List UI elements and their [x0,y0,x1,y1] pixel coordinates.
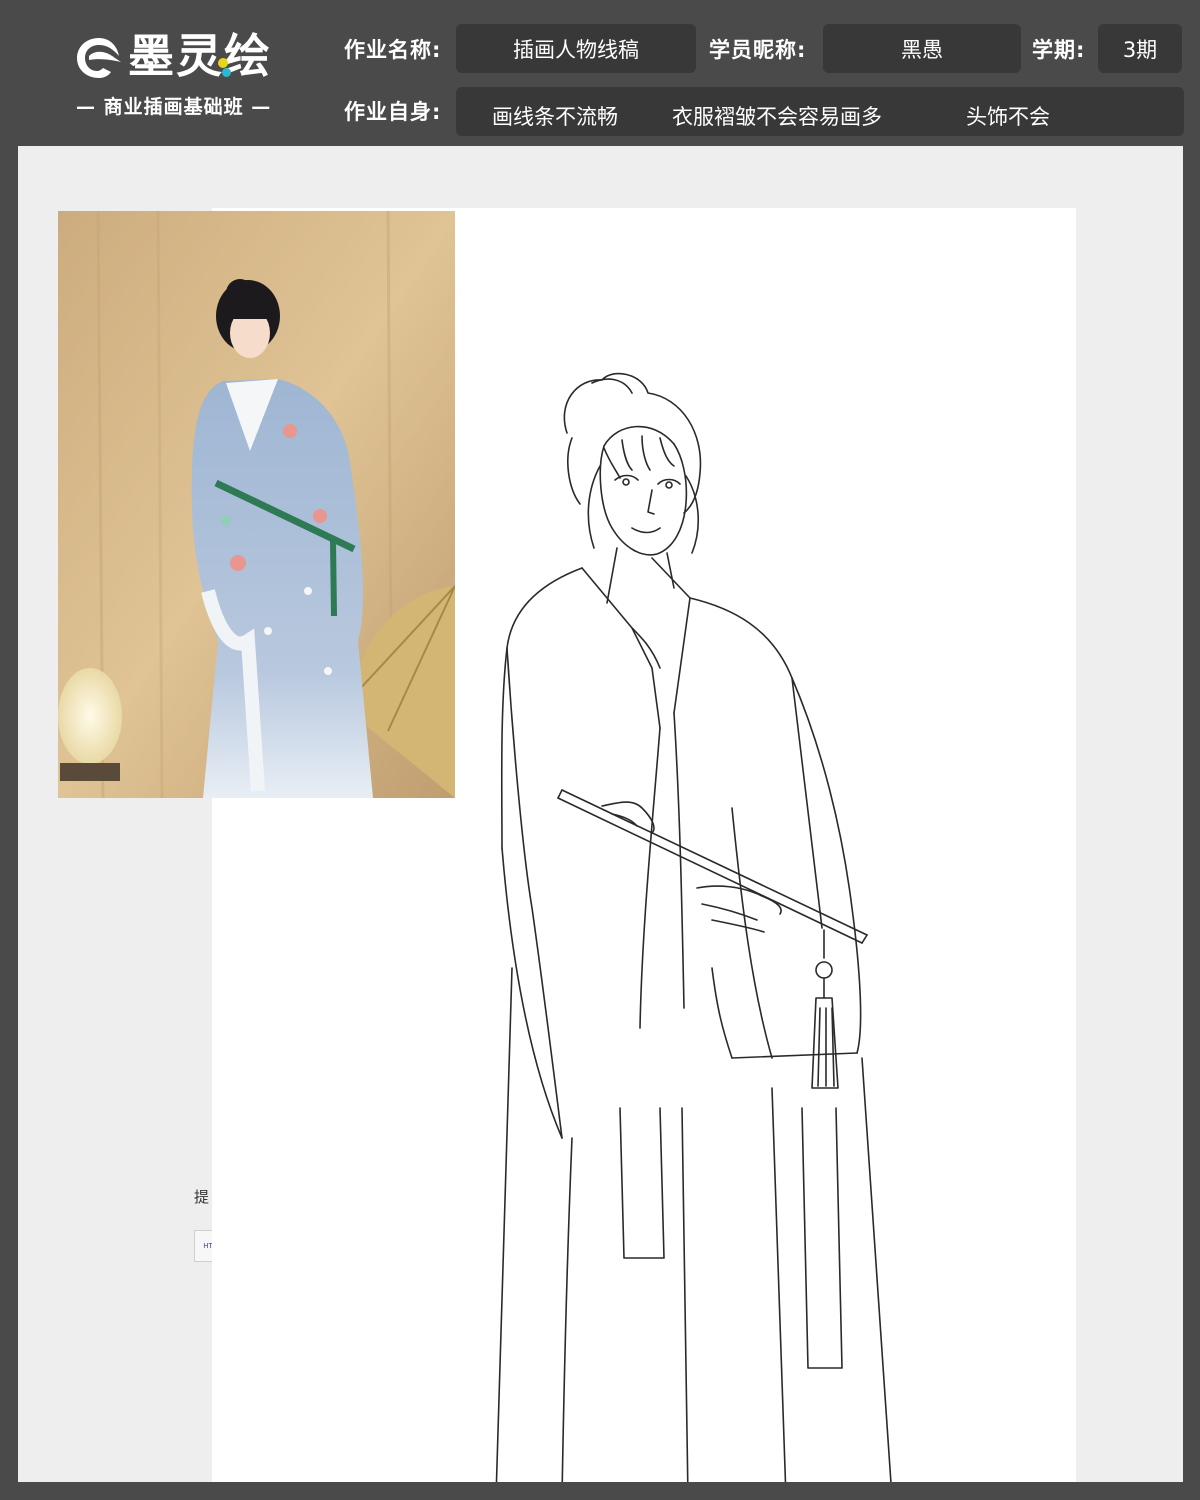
brush-logo-icon [77,38,121,78]
logo-title: 墨灵绘 [128,29,272,83]
assignment-name-field: 插画人物线稿 [456,24,696,73]
assignment-name-label: 作业名称: [344,38,442,62]
header-bar: 墨灵绘 — 商业插画基础班 — 作业名称: 插画人物线稿 学员昵称: 黑愚 学期… [0,0,1200,146]
canvas-area: 提 HT [18,146,1183,1482]
term-label: 学期: [1032,38,1086,62]
reference-photo-image [58,211,455,798]
assignment-name-value: 插画人物线稿 [513,37,639,62]
reference-photo [58,211,455,798]
self-assessment-label: 作业自身: [344,100,442,124]
student-nickname-value: 黑愚 [901,37,943,62]
term-field: 3期 [1098,24,1182,73]
logo-subtitle: — 商业插画基础班 — [76,96,272,118]
logo: 墨灵绘 — 商业插画基础班 — [70,28,300,123]
term-value: 3期 [1122,37,1158,62]
student-nickname-label: 学员昵称: [709,38,807,62]
stray-text: 提 [194,1188,210,1206]
student-nickname-field: 黑愚 [823,24,1021,73]
self-assessment-note: 头饰不会 [966,105,1050,129]
logo-dot [218,58,228,68]
logo-dot [222,68,231,77]
self-assessment-note: 衣服褶皱不会容易画多 [672,105,882,129]
self-assessment-field: 画线条不流畅 衣服褶皱不会容易画多 头饰不会 [456,87,1184,136]
self-assessment-note: 画线条不流畅 [492,105,618,129]
